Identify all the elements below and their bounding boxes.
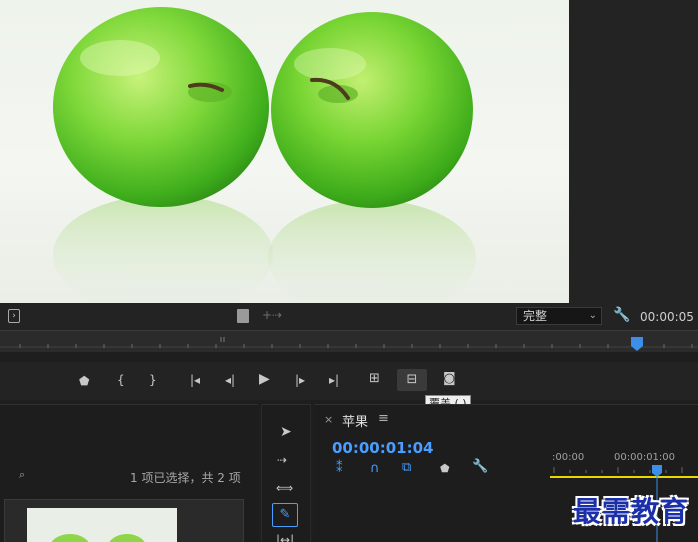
find-icon[interactable]: ⌕ — [19, 468, 25, 482]
mark-in-icon[interactable]: { — [117, 373, 125, 387]
watermark-logo: 最需教育 — [573, 495, 690, 528]
playback-resolution-select[interactable]: 完整 ⌄ — [516, 307, 602, 325]
ruler-label-start: :00:00 — [552, 452, 585, 463]
transport-controls: ⬟ { } |◂ ◂| ▶ |▸ ▸| ⊞ ⊟ ◙ — [0, 362, 698, 400]
add-marker-icon[interactable]: ⬟ — [440, 462, 450, 476]
current-timecode[interactable]: 00:00:01:04 — [332, 439, 434, 457]
scrub-icon[interactable]: +⇢ — [262, 308, 282, 322]
step-forward-icon[interactable]: |▸ — [295, 373, 305, 387]
selection-tool-icon[interactable]: ➤ — [280, 425, 292, 439]
slip-tool-icon[interactable]: |↔| — [276, 533, 294, 542]
monitor-background — [569, 0, 698, 303]
nest-sequence-icon[interactable]: ⁑ — [336, 462, 343, 476]
go-to-out-icon[interactable]: ▸| — [329, 373, 339, 387]
ruler-ticks — [0, 337, 698, 351]
selection-status: 1 项已选择，共 2 项 — [130, 471, 241, 485]
sequence-tab-title[interactable]: 苹果 — [342, 411, 368, 430]
project-panel: ⌕ 1 项已选择，共 2 项 — [0, 404, 258, 542]
step-back-icon[interactable]: ◂| — [225, 373, 235, 387]
apples-image — [53, 7, 476, 303]
go-to-in-icon[interactable]: |◂ — [190, 373, 200, 387]
razor-tool-icon[interactable]: ✎ — [272, 503, 298, 527]
mark-out-icon[interactable]: } — [149, 373, 157, 387]
play-icon[interactable]: ▶ — [259, 372, 270, 386]
thumb-apple-right — [107, 534, 147, 542]
gear-wrench-icon[interactable]: 🔧 — [613, 308, 630, 322]
panel-menu-icon[interactable]: ≡ — [378, 411, 389, 426]
thumb-apple-left — [49, 534, 91, 542]
timeline-settings-icon[interactable]: 🔧 — [472, 460, 488, 474]
marker-icon[interactable]: ⬟ — [79, 374, 89, 388]
safe-margins-icon[interactable] — [237, 309, 249, 323]
ripple-edit-icon[interactable]: ⟺ — [276, 481, 293, 495]
ruler-label-1s: 00:00:01:00 — [614, 452, 676, 463]
overwrite-icon[interactable]: ⊟ — [397, 369, 427, 391]
linked-selection-icon[interactable]: ⧉ — [402, 461, 411, 475]
chevron-down-icon: ⌄ — [588, 310, 597, 321]
camera-icon[interactable]: ◙ — [443, 372, 456, 386]
monitor-time-ruler[interactable] — [0, 330, 698, 352]
playhead-marker[interactable] — [631, 337, 643, 351]
track-select-icon[interactable]: ⇢ — [277, 453, 287, 467]
playback-resolution-value: 完整 — [523, 309, 548, 323]
clip-thumbnail — [27, 508, 177, 542]
export-frame-icon[interactable]: › — [8, 309, 20, 323]
monitor-timecode: 00:00:05 — [640, 310, 694, 324]
tools-panel: ➤ ⇢ ⟺ ✎ |↔| — [261, 404, 311, 542]
snap-icon[interactable]: ∩ — [370, 462, 380, 476]
clip-thumbnail-card[interactable] — [4, 499, 244, 542]
insert-icon[interactable]: ⊞ — [369, 372, 380, 386]
close-tab-button[interactable]: × — [324, 413, 333, 426]
program-monitor-video — [0, 0, 569, 303]
